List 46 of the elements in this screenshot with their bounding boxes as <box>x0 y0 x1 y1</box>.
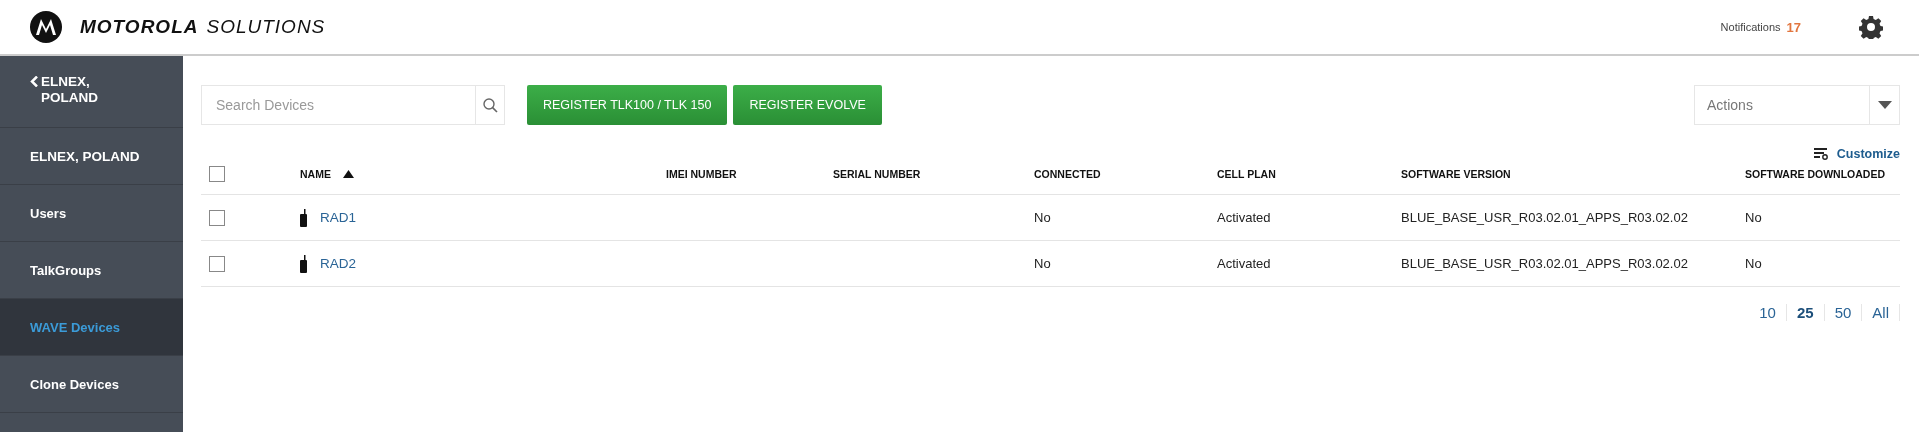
search-field[interactable]: Search Devices <box>201 85 475 125</box>
customize-link[interactable]: Customize <box>1813 144 1900 164</box>
page-size-link[interactable]: 25 <box>1786 304 1825 321</box>
column-header[interactable]: SOFTWARE VERSION <box>1401 168 1511 180</box>
column-header[interactable]: NAME <box>300 168 331 180</box>
row-checkbox[interactable] <box>209 209 225 226</box>
table-cell: No <box>1034 256 1051 271</box>
column-header[interactable]: CELL PLAN <box>1217 168 1276 180</box>
row-checkbox[interactable] <box>209 255 225 272</box>
column-header[interactable]: SOFTWARE DOWNLOADED <box>1745 168 1885 180</box>
column-header[interactable]: SERIAL NUMBER <box>833 168 921 180</box>
caret-down-icon <box>1877 101 1892 109</box>
table-cell: No <box>1745 210 1762 225</box>
search-button[interactable] <box>475 85 505 125</box>
chevron-left-icon <box>30 76 38 87</box>
brand-subtitle: SOLUTIONS <box>206 16 326 38</box>
sidebar-item[interactable]: ELNEX, POLAND <box>0 128 183 185</box>
table-cell: No <box>1745 256 1762 271</box>
logo-icon <box>30 11 62 43</box>
table-cell: No <box>1034 210 1051 225</box>
column-header[interactable]: IMEI NUMBER <box>666 168 737 180</box>
actions-dropdown[interactable]: Actions <box>1694 85 1900 125</box>
sort-ascending-icon[interactable] <box>342 170 354 178</box>
page-size-link[interactable]: 50 <box>1824 304 1863 321</box>
notifications-link[interactable]: Notifications <box>1720 21 1781 33</box>
radio-icon <box>300 208 307 227</box>
table-cell: BLUE_BASE_USR_R03.02.01_APPS_R03.02.02 <box>1401 210 1688 225</box>
radio-icon <box>300 254 307 273</box>
select-all-checkbox[interactable] <box>209 166 225 182</box>
page-size-link[interactable]: 10 <box>1749 304 1787 321</box>
table-cell: Activated <box>1217 256 1271 271</box>
page-size-link[interactable]: All <box>1862 304 1900 321</box>
search-icon <box>482 97 498 113</box>
table-cell: Activated <box>1217 210 1271 225</box>
device-name-link[interactable]: RAD2 <box>320 256 356 271</box>
settings-icon[interactable] <box>1859 15 1883 39</box>
table-cell: BLUE_BASE_USR_R03.02.01_APPS_R03.02.02 <box>1401 256 1688 271</box>
filter-settings-icon <box>1813 148 1829 160</box>
sidebar-item[interactable]: Users <box>0 185 183 242</box>
brand-name: MOTOROLA <box>80 16 199 38</box>
notifications-count: 17 <box>1786 19 1801 35</box>
column-header[interactable]: CONNECTED <box>1034 168 1101 180</box>
device-name-link[interactable]: RAD1 <box>320 210 356 225</box>
sidebar-item[interactable]: Clone Devices <box>0 356 183 413</box>
back-link[interactable]: ELNEX, POLAND <box>0 56 183 128</box>
sidebar-item[interactable]: WAVE Devices <box>0 299 183 356</box>
